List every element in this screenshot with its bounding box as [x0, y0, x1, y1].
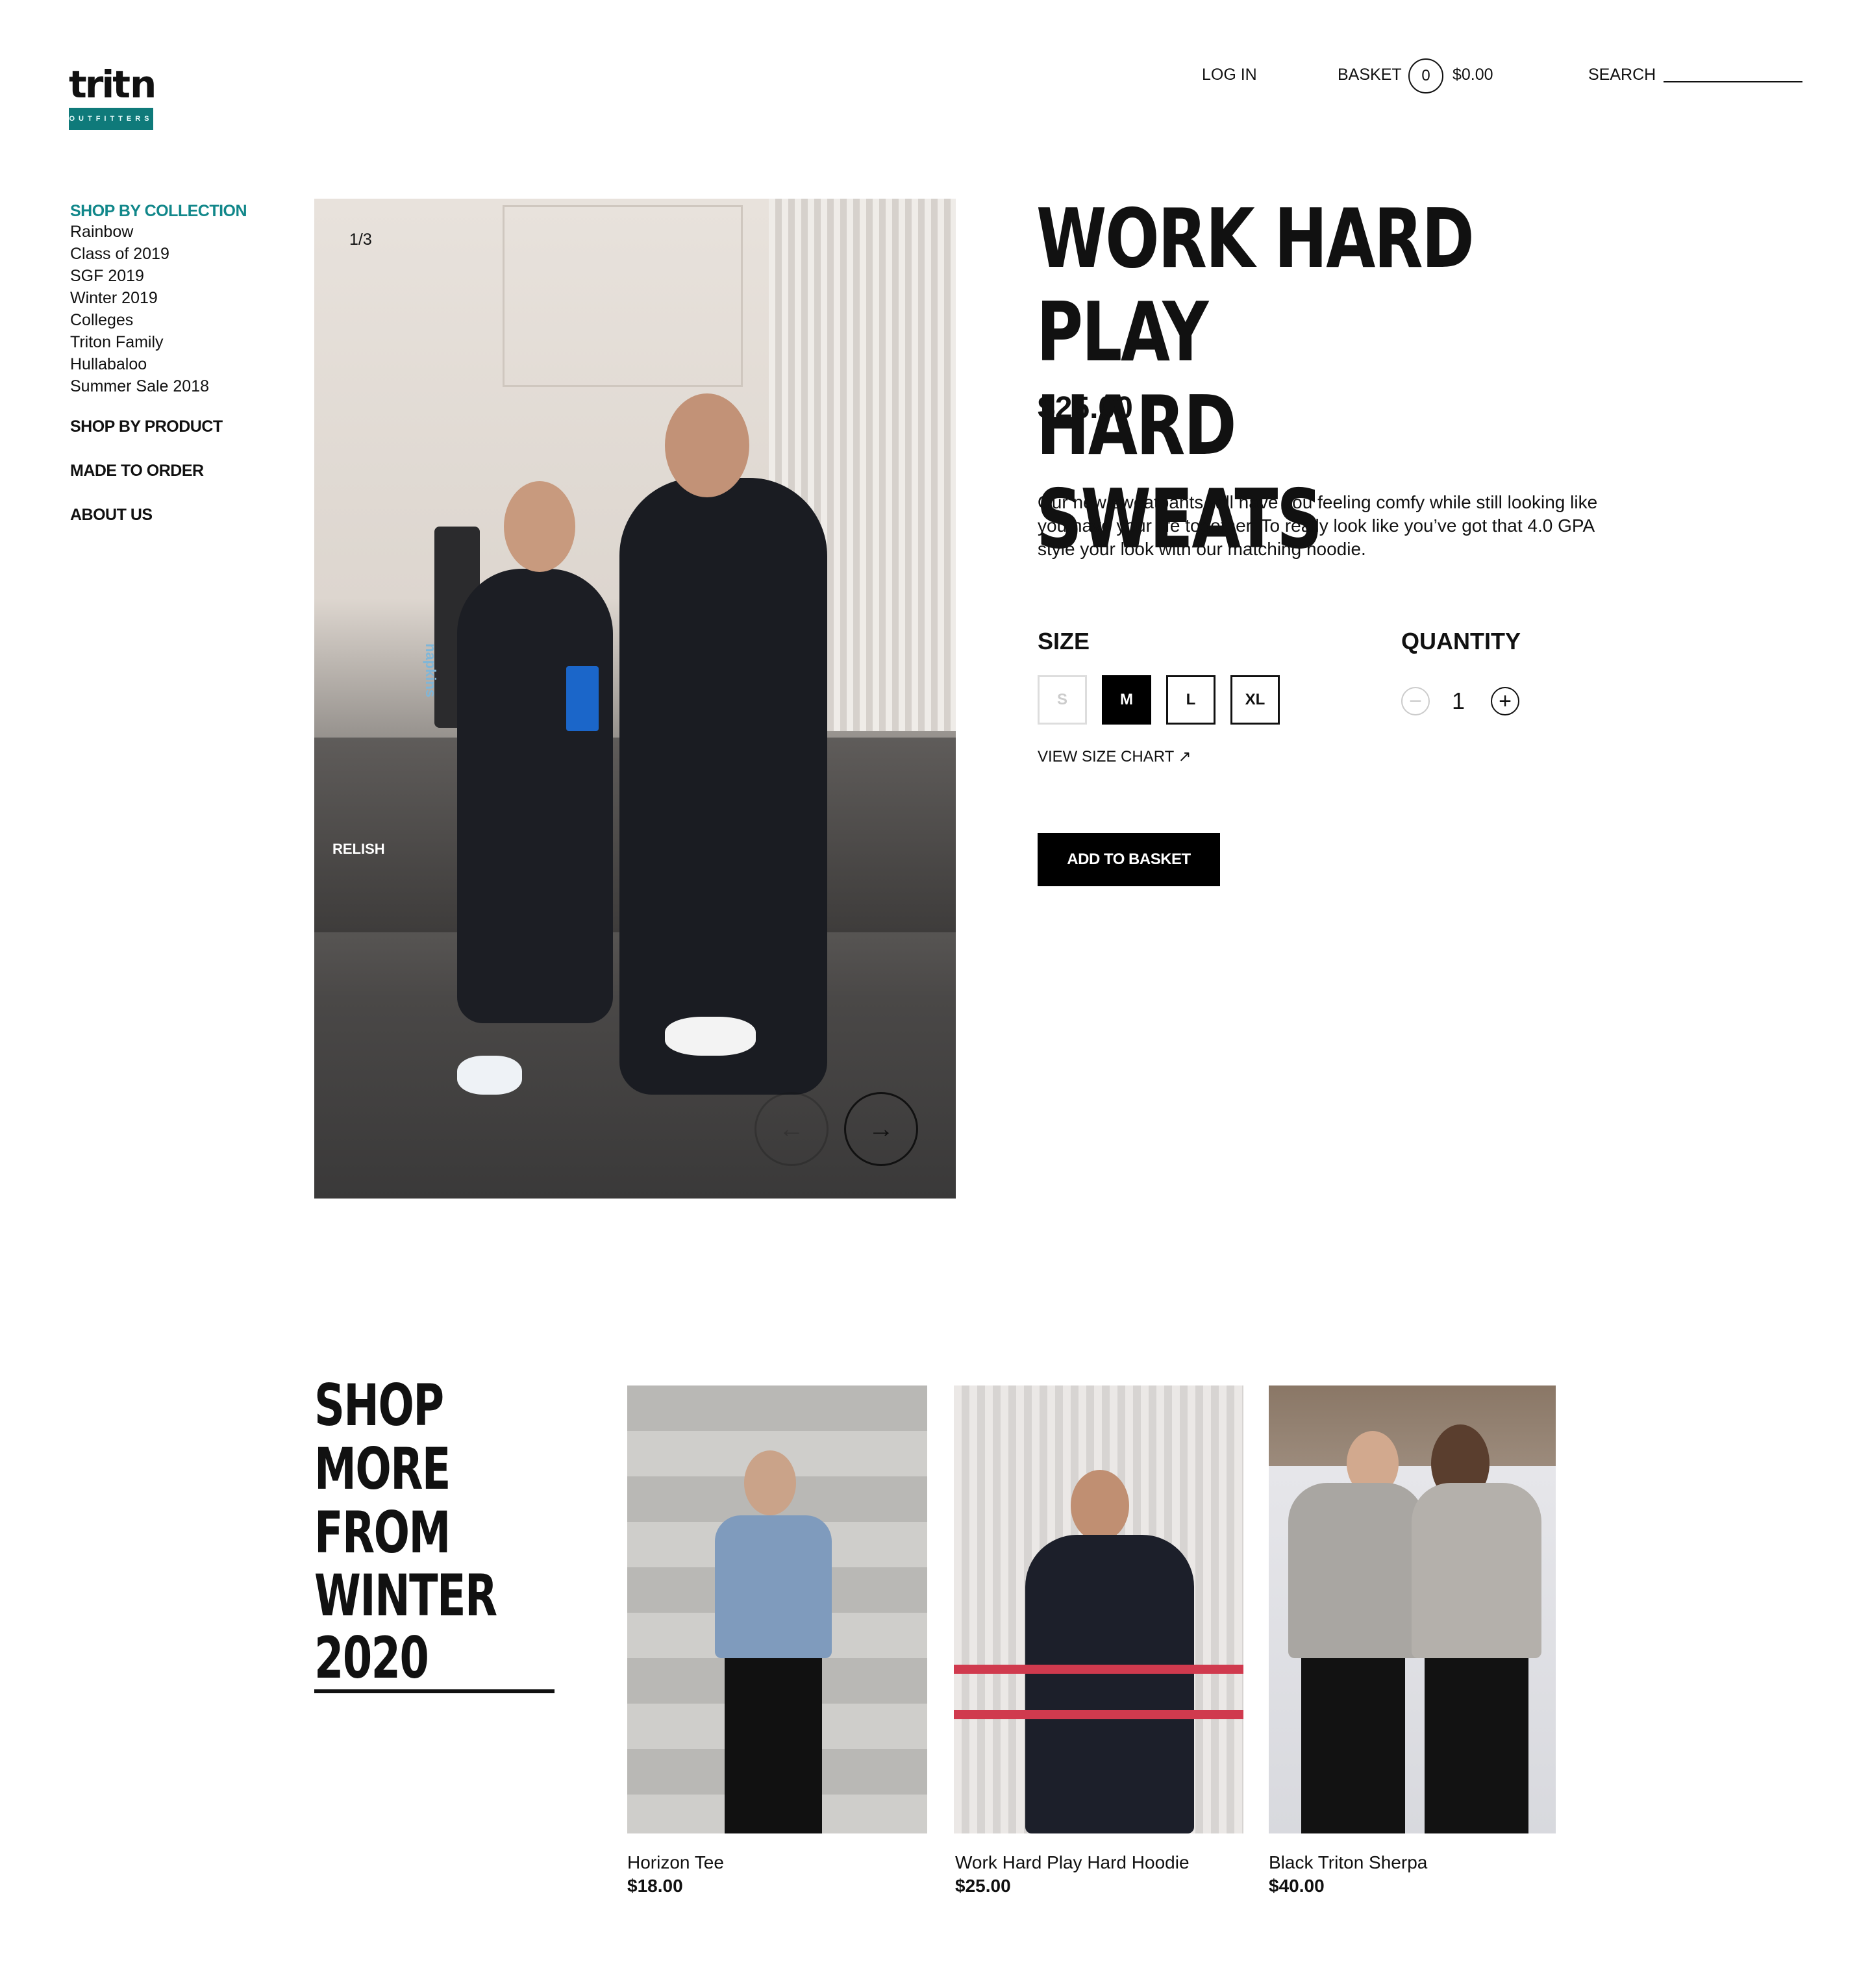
sidebar-nav: SHOP BY COLLECTION Rainbow Class of 2019…: [70, 201, 265, 525]
basket-total: $0.00: [1452, 66, 1493, 84]
product-image[interactable]: [954, 1385, 1243, 1833]
photo-person-right-head: [665, 393, 749, 497]
photo-shirt: [715, 1515, 832, 1658]
photo-person-left-head: [504, 481, 575, 572]
basket-count-badge[interactable]: 0: [1408, 58, 1443, 93]
prev-slide-button[interactable]: ←: [754, 1092, 829, 1166]
product-title-line-1: WORK HARD PLAY: [1036, 191, 1475, 380]
photo-wall-panel: [503, 205, 743, 387]
photo-sherpa-right: [1412, 1483, 1541, 1658]
photo-person-head: [744, 1450, 796, 1515]
slide-counter: 1/3: [349, 230, 372, 249]
product-price: $25.00: [1038, 391, 1133, 425]
product-card-name[interactable]: Horizon Tee: [627, 1852, 724, 1874]
shop-more-heading: SHOP MORE FROM WINTER 2020: [314, 1374, 555, 1693]
logo-text-end: n: [129, 62, 156, 106]
shop-more-line-2: FROM: [314, 1499, 451, 1566]
next-slide-button[interactable]: →: [844, 1092, 918, 1166]
sidebar-item-rainbow[interactable]: Rainbow: [70, 221, 265, 243]
product-card-price: $40.00: [1269, 1876, 1325, 1896]
product-description: Our new sweatpants will have you feeling…: [1038, 492, 1598, 559]
size-option-m[interactable]: M: [1102, 675, 1151, 725]
size-option-l[interactable]: L: [1166, 675, 1216, 725]
sidebar-item-hullabaloo[interactable]: Hullabaloo: [70, 353, 265, 375]
search-input[interactable]: [1664, 81, 1802, 82]
quantity-decrease-button[interactable]: −: [1401, 687, 1430, 715]
logo-wordmark: trit n: [69, 62, 156, 106]
quantity-increase-button[interactable]: +: [1491, 687, 1519, 715]
logo-badge: OUTFITTERS: [69, 108, 153, 130]
arrow-right-icon: →: [868, 1114, 894, 1143]
photo-pants-right: [1425, 1658, 1528, 1833]
photo-railing-lower: [954, 1710, 1243, 1719]
search-label: SEARCH: [1588, 66, 1656, 84]
made-to-order-link[interactable]: MADE TO ORDER: [70, 461, 265, 480]
logo[interactable]: trit n OUTFITTERS: [69, 62, 156, 130]
login-link[interactable]: LOG IN: [1202, 66, 1257, 83]
shop-by-product-link[interactable]: SHOP BY PRODUCT: [70, 417, 265, 436]
photo-railing: [954, 1665, 1243, 1674]
basket-link[interactable]: BASKET: [1338, 66, 1402, 83]
size-option-xl[interactable]: XL: [1230, 675, 1280, 725]
product-card-price: $25.00: [955, 1876, 1011, 1896]
photo-person-left: [457, 569, 613, 1023]
minus-circle-icon: −: [1409, 689, 1422, 714]
shop-by-collection-heading[interactable]: SHOP BY COLLECTION: [70, 201, 265, 221]
shop-more-collection-link[interactable]: WINTER 2020: [314, 1565, 555, 1693]
photo-hoodie: [1025, 1535, 1194, 1833]
product-card-price: $18.00: [627, 1876, 683, 1896]
size-option-s[interactable]: S: [1038, 675, 1087, 725]
quantity-value: 1: [1452, 688, 1465, 714]
product-image[interactable]: [627, 1385, 927, 1833]
collection-list: Rainbow Class of 2019 SGF 2019 Winter 20…: [70, 221, 265, 397]
photo-pants-left: [1301, 1658, 1405, 1833]
sidebar-item-triton-family[interactable]: Triton Family: [70, 331, 265, 353]
sidebar-item-sgf-2019[interactable]: SGF 2019: [70, 265, 265, 287]
sidebar-item-summer-sale-2018[interactable]: Summer Sale 2018: [70, 375, 265, 397]
product-image[interactable]: [1269, 1385, 1556, 1833]
add-to-basket-button[interactable]: ADD TO BASKET: [1038, 833, 1220, 886]
arrow-left-icon: ←: [779, 1114, 804, 1143]
photo-pants: [725, 1658, 822, 1833]
product-card-name[interactable]: Work Hard Play Hard Hoodie: [955, 1852, 1190, 1874]
sidebar-item-winter-2019[interactable]: Winter 2019: [70, 287, 265, 309]
photo-shoe-right: [665, 1017, 756, 1056]
logo-text-start: trit: [69, 62, 131, 106]
photo-shoe-left: [457, 1056, 522, 1095]
photo-sherpa-left: [1288, 1483, 1425, 1658]
photo-person-head: [1071, 1470, 1129, 1541]
sidebar-item-colleges[interactable]: Colleges: [70, 309, 265, 331]
photo-napkins-label: napkins: [423, 643, 439, 698]
photo-cup: [566, 666, 599, 731]
product-card-name[interactable]: Black Triton Sherpa: [1269, 1852, 1427, 1874]
product-gallery-image: RELISH napkins 1/3 ← →: [314, 199, 956, 1199]
sidebar-item-class-of-2019[interactable]: Class of 2019: [70, 243, 265, 265]
quantity-label: QUANTITY: [1401, 628, 1521, 654]
shop-more-line-1: SHOP MORE: [314, 1372, 451, 1502]
photo-person-right: [619, 478, 827, 1095]
size-label: SIZE: [1038, 628, 1090, 654]
plus-circle-icon: +: [1499, 689, 1512, 714]
about-us-link[interactable]: ABOUT US: [70, 505, 265, 525]
view-size-chart-link[interactable]: VIEW SIZE CHART ↗: [1038, 748, 1191, 766]
photo-relish-label: RELISH: [332, 841, 385, 857]
